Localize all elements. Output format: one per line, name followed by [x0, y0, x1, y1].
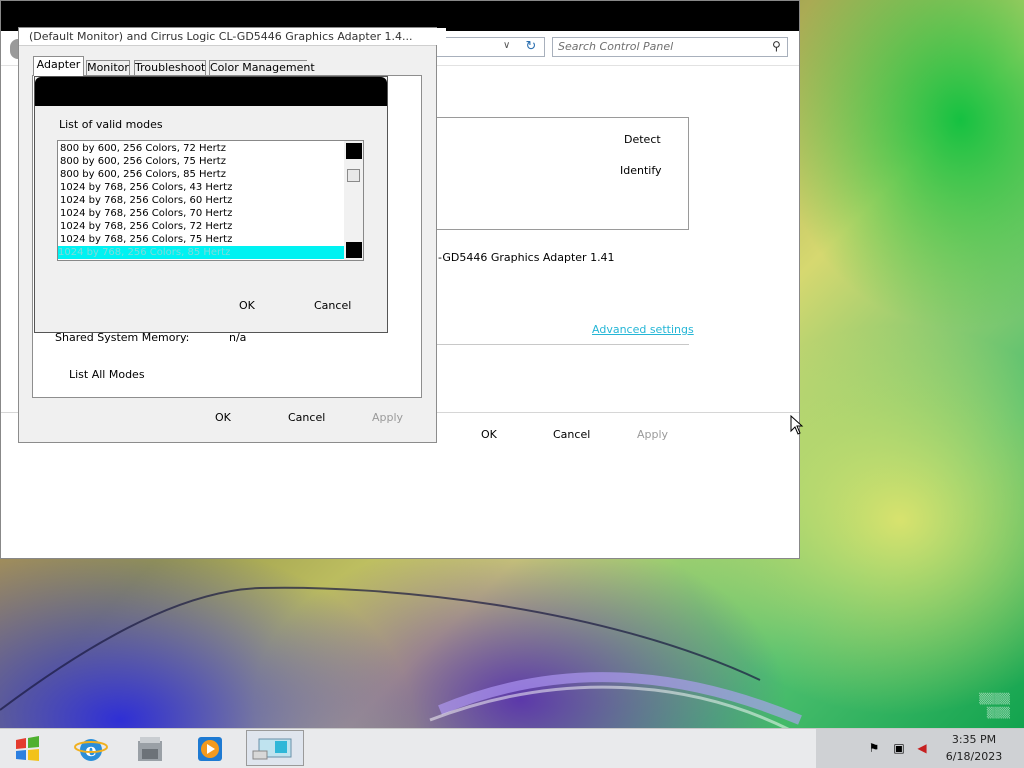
ok-button[interactable]: OK [481, 428, 497, 441]
desktop-wallpaper-swoosh [0, 586, 802, 730]
apply-button[interactable]: Apply [637, 428, 668, 441]
tab-adapter[interactable]: Adapter [33, 56, 84, 76]
tab-color-management[interactable]: Color Management [209, 60, 315, 76]
search-icon[interactable]: ⚲ [772, 39, 781, 53]
windows-explorer-icon[interactable] [132, 733, 168, 765]
clock-time[interactable]: 3:35 PM [940, 733, 1008, 746]
adapter-name-text: -GD5446 Graphics Adapter 1.41 [438, 251, 615, 264]
advanced-settings-link[interactable]: Advanced settings [592, 323, 694, 336]
apply-button[interactable]: Apply [372, 411, 403, 424]
properties-title[interactable]: (Default Monitor) and Cirrus Logic CL-GD… [19, 28, 446, 45]
volume-muted-icon[interactable]: ◀ [915, 741, 929, 755]
mouse-cursor-icon [790, 415, 804, 435]
scroll-up-button[interactable] [346, 143, 362, 159]
list-item[interactable]: 1024 by 768, 256 Colors, 70 Hertz [60, 207, 344, 220]
titlebar-divider [19, 45, 436, 46]
back-button[interactable] [10, 39, 18, 59]
list-item[interactable]: 1024 by 768, 256 Colors, 43 Hertz [60, 181, 344, 194]
network-icon[interactable]: ▣ [892, 741, 906, 755]
windows-start-icon[interactable] [10, 734, 44, 764]
clock-date[interactable]: 6/18/2023 [940, 750, 1008, 763]
identify-button[interactable]: Identify [620, 164, 662, 177]
list-item[interactable]: 800 by 600, 256 Colors, 75 Hertz [60, 155, 344, 168]
desktop-watermark: ▒▒▒▒ ▒▒▒ [979, 694, 1010, 719]
cancel-button[interactable]: Cancel [288, 411, 325, 424]
list-item[interactable]: 800 by 600, 256 Colors, 85 Hertz [60, 168, 344, 181]
ok-button[interactable]: OK [215, 411, 231, 424]
internet-explorer-icon[interactable]: e [73, 733, 109, 765]
cancel-button[interactable]: Cancel [314, 299, 351, 312]
refresh-icon[interactable]: ↻ [523, 39, 539, 55]
modes-list-label: List of valid modes [59, 118, 163, 131]
list-item[interactable]: 1024 by 768, 256 Colors, 72 Hertz [60, 220, 344, 233]
flag-icon[interactable]: ⚑ [867, 741, 881, 755]
detect-button[interactable]: Detect [624, 133, 661, 146]
dialog-titlebar[interactable] [35, 77, 387, 106]
cancel-button[interactable]: Cancel [553, 428, 590, 441]
list-item[interactable]: 1024 by 768, 256 Colors, 60 Hertz [60, 194, 344, 207]
tab-monitor[interactable]: Monitor [86, 60, 130, 76]
scroll-thumb[interactable] [347, 169, 360, 182]
modes-listbox[interactable]: 800 by 600, 256 Colors, 72 Hertz 800 by … [57, 140, 364, 261]
scroll-down-button[interactable] [346, 242, 362, 258]
list-item[interactable]: 1024 by 768, 256 Colors, 75 Hertz [60, 233, 344, 246]
chevron-down-icon[interactable]: ∨ [503, 40, 515, 54]
tab-troubleshoot[interactable]: Troubleshoot [134, 60, 206, 76]
media-player-icon[interactable] [192, 733, 228, 765]
list-all-modes-button[interactable]: List All Modes [69, 368, 145, 381]
list-item-selected[interactable]: 1024 by 768, 256 Colors, 85 Hertz [58, 246, 344, 259]
ok-button[interactable]: OK [239, 299, 255, 312]
list-modes-dialog: List of valid modes 800 by 600, 256 Colo… [34, 76, 388, 333]
list-item[interactable]: 800 by 600, 256 Colors, 72 Hertz [60, 142, 344, 155]
search-input[interactable]: Search Control Panel [552, 37, 788, 57]
separator [437, 344, 689, 345]
control-panel-icon[interactable] [246, 730, 304, 766]
